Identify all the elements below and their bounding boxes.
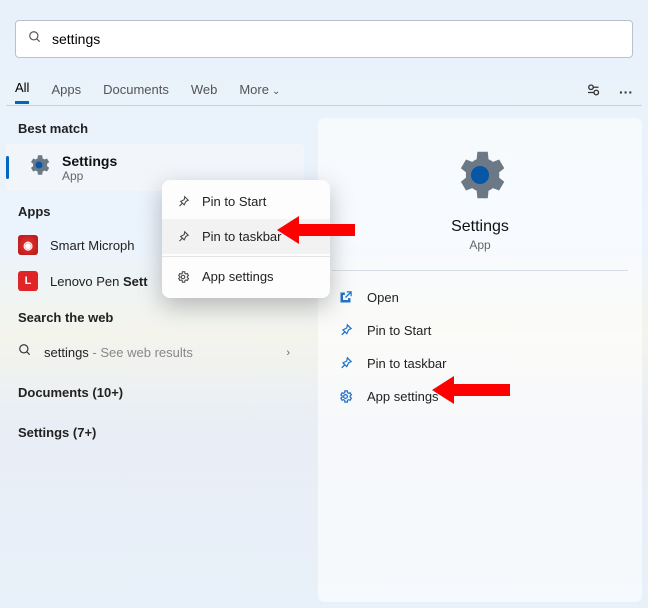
chevron-down-icon: ⌄: [272, 86, 280, 97]
context-label: Pin to Start: [202, 194, 266, 209]
search-icon: [28, 30, 42, 49]
tab-more[interactable]: More⌄: [239, 82, 280, 103]
action-label: App settings: [367, 389, 439, 404]
pin-icon: [338, 323, 353, 338]
smart-microphone-icon: ◉: [18, 235, 38, 255]
context-label: App settings: [202, 269, 274, 284]
tab-apps[interactable]: Apps: [51, 82, 81, 103]
search-bar[interactable]: [15, 20, 633, 58]
action-label: Pin to Start: [367, 323, 431, 338]
tabs-row: All Apps Documents Web More⌄ ···: [15, 78, 633, 106]
open-icon: [338, 290, 353, 305]
search-home-icon[interactable]: [585, 82, 603, 103]
tab-all[interactable]: All: [15, 80, 29, 104]
divider: [332, 270, 628, 271]
settings-section-label[interactable]: Settings (7+): [6, 422, 304, 448]
documents-section-label[interactable]: Documents (10+): [6, 382, 304, 408]
action-open[interactable]: Open: [318, 281, 642, 314]
gear-icon: [338, 389, 353, 404]
search-icon: [18, 343, 32, 362]
annotation-arrow: [277, 212, 357, 248]
search-input[interactable]: [52, 31, 620, 47]
action-label: Open: [367, 290, 399, 305]
web-search-result[interactable]: settings - See web results ›: [6, 333, 304, 372]
detail-subtitle: App: [318, 238, 642, 252]
lenovo-icon: L: [18, 271, 38, 291]
web-section-label: Search the web: [6, 307, 304, 333]
more-options-icon[interactable]: ···: [619, 84, 633, 100]
pin-icon: [338, 356, 353, 371]
context-label: Pin to taskbar: [202, 229, 282, 244]
tab-documents[interactable]: Documents: [103, 82, 169, 103]
gear-icon: [26, 152, 52, 183]
pin-icon: [176, 195, 190, 209]
context-app-settings[interactable]: App settings: [162, 259, 330, 294]
pin-icon: [176, 230, 190, 244]
best-match-label: Best match: [6, 118, 304, 144]
selection-indicator: [6, 156, 9, 179]
context-separator: [162, 256, 330, 257]
best-match-title: Settings: [62, 153, 117, 169]
annotation-arrow: [432, 372, 512, 408]
action-pin-to-start[interactable]: Pin to Start: [318, 314, 642, 347]
action-label: Pin to taskbar: [367, 356, 447, 371]
detail-title: Settings: [318, 218, 642, 236]
best-match-subtitle: App: [62, 169, 117, 183]
app-label: Lenovo Pen Sett: [50, 274, 148, 289]
web-text: settings - See web results: [44, 345, 193, 360]
gear-icon: [176, 270, 190, 284]
app-label: Smart Microph: [50, 238, 135, 253]
tab-web[interactable]: Web: [191, 82, 218, 103]
divider: [6, 105, 642, 106]
detail-panel: Settings App Open Pin to Start Pin to ta…: [318, 118, 642, 602]
chevron-right-icon: ›: [286, 347, 290, 359]
gear-icon: [318, 144, 642, 206]
